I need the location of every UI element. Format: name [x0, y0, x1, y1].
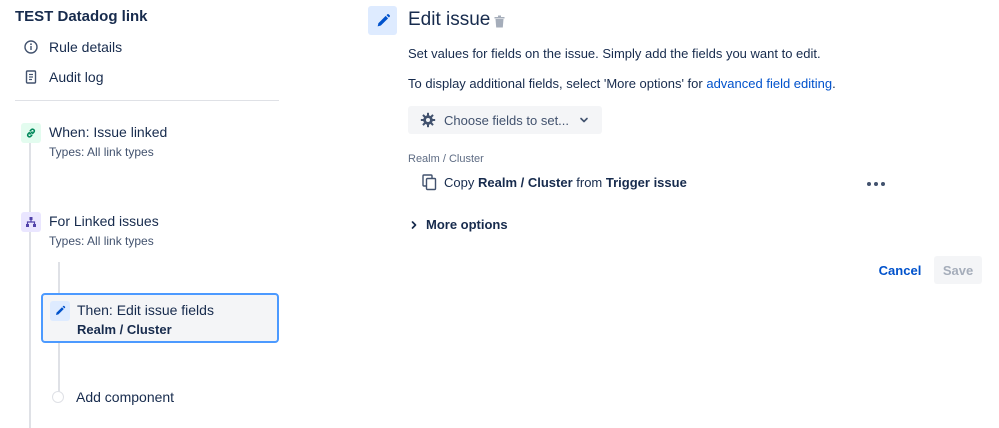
audit-log-label: Audit log: [49, 69, 104, 85]
chevron-right-icon: [410, 220, 418, 230]
more-actions-icon[interactable]: [862, 176, 890, 192]
copy-field-row[interactable]: Copy Realm / Cluster from Trigger issue: [422, 174, 687, 191]
sidebar-divider: [15, 100, 279, 101]
edit-issue-pencil-icon: [368, 6, 397, 35]
action-title: Then: Edit issue fields: [77, 302, 214, 318]
panel-description-advanced: To display additional fields, select 'Mo…: [408, 76, 836, 91]
save-button[interactable]: Save: [934, 256, 982, 284]
trash-icon[interactable]: [492, 13, 506, 29]
add-component-dot: [52, 391, 64, 403]
advanced-field-editing-link[interactable]: advanced field editing: [706, 76, 832, 91]
trigger-step[interactable]: When: Issue linked Types: All link types: [21, 123, 271, 165]
branch-flow-line: [58, 262, 60, 294]
rule-details-link[interactable]: Rule details: [22, 38, 122, 56]
cancel-button[interactable]: Cancel: [872, 256, 928, 284]
trigger-subtitle: Types: All link types: [49, 145, 154, 159]
rule-title: TEST Datadog link: [15, 8, 148, 25]
chevron-down-icon: [579, 115, 589, 125]
advanced-suffix: .: [832, 76, 836, 91]
copy-source: Trigger issue: [605, 175, 687, 190]
choose-fields-button[interactable]: Choose fields to set...: [408, 106, 602, 134]
branch-step[interactable]: For Linked issues Types: All link types: [21, 212, 271, 254]
branch-flow-line-lower: [58, 342, 60, 392]
copy-field-name: Realm / Cluster: [477, 175, 573, 190]
from-word: from: [576, 175, 603, 190]
choose-fields-label: Choose fields to set...: [444, 112, 570, 128]
advanced-prefix: To display additional fields, select 'Mo…: [408, 76, 707, 91]
more-options-toggle[interactable]: More options: [410, 217, 508, 232]
info-icon: [22, 38, 40, 56]
copy-word: Copy: [444, 175, 475, 190]
trigger-title: When: Issue linked: [49, 124, 168, 140]
branch-title: For Linked issues: [49, 213, 159, 229]
add-component-label: Add component: [76, 389, 175, 405]
rule-flow-line: [29, 142, 31, 428]
audit-log-link[interactable]: Audit log: [22, 68, 103, 86]
branch-subtitle: Types: All link types: [49, 234, 154, 248]
panel-title: Edit issue: [408, 9, 491, 30]
action-step-selected[interactable]: Then: Edit issue fields Realm / Cluster: [41, 293, 279, 343]
field-label: Realm / Cluster: [408, 153, 484, 165]
rule-details-label: Rule details: [49, 39, 123, 55]
panel-description: Set values for fields on the issue. Simp…: [408, 46, 821, 61]
gear-icon: [420, 112, 436, 128]
add-component-button[interactable]: Add component: [52, 389, 174, 405]
action-subtitle: Realm / Cluster: [77, 322, 172, 337]
more-options-label: More options: [426, 217, 508, 232]
document-icon: [22, 68, 40, 86]
pencil-icon: [50, 301, 70, 321]
link-icon: [21, 123, 41, 143]
branch-icon: [21, 212, 41, 232]
copy-icon: [422, 174, 437, 191]
